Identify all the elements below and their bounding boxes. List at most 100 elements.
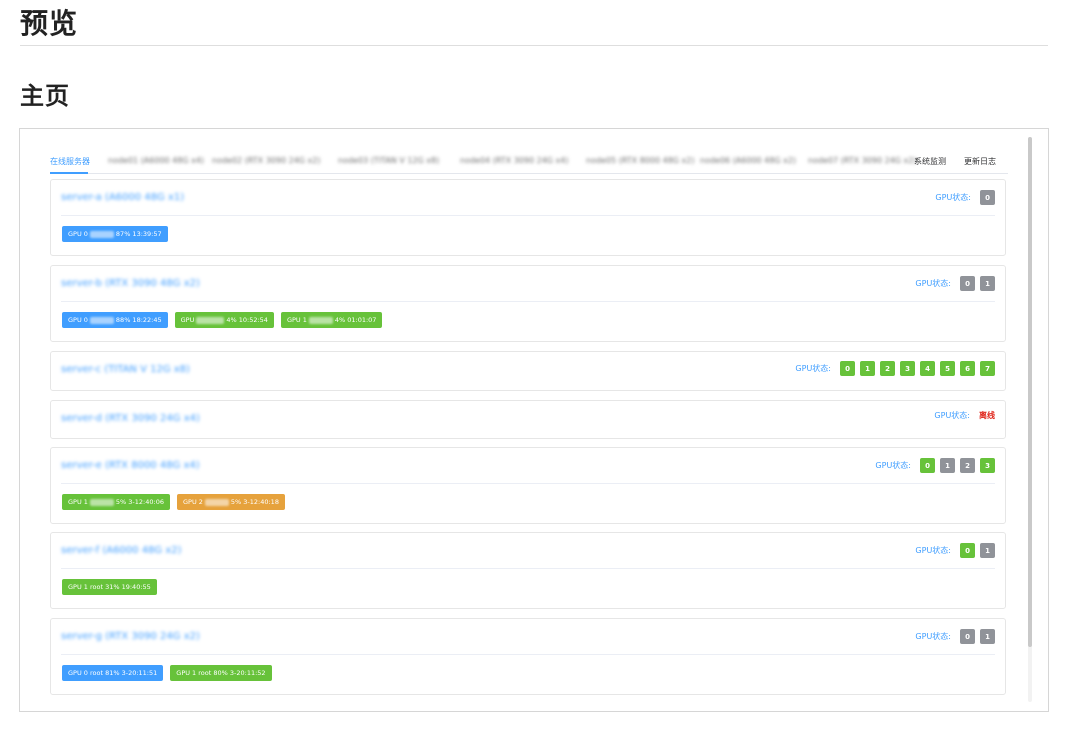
server-name-link[interactable]: server-g (RTX 3090 24G x2): [61, 631, 200, 642]
gpu-process-tag[interactable]: GPU 1 4% 01:01:07: [280, 312, 383, 328]
gpu-indicator-0[interactable]: 0: [980, 190, 995, 205]
gpu-indicator-7[interactable]: 7: [980, 361, 995, 376]
gpu-status: GPU状态: 0 1: [915, 543, 995, 558]
server-name-link[interactable]: server-a (A6000 48G x1): [61, 192, 184, 203]
server-name-link[interactable]: server-c (TITAN V 12G x8): [61, 364, 190, 375]
gpu-status: GPU状态: 0 1 2 3 4 5 6 7: [795, 361, 995, 376]
gpu-indicator-1[interactable]: 1: [860, 361, 875, 376]
gpu-process-tag[interactable]: GPU 4% 10:52:54: [174, 312, 274, 328]
gpu-indicator-3[interactable]: 3: [900, 361, 915, 376]
gpu-process-list: GPU 1 root 31% 19:40:55: [62, 579, 157, 595]
server-card: server-d (RTX 3090 24G x4) GPU状态: 离线: [50, 400, 1006, 439]
gpu-indicator-0[interactable]: 0: [840, 361, 855, 376]
card-divider: [61, 215, 995, 216]
server-card: server-f (A6000 48G x2) GPU状态: 0 1 GPU 1 roo…: [50, 532, 1006, 609]
tab-3[interactable]: node03 (TITAN V 12G x8): [338, 156, 439, 165]
server-name-link[interactable]: server-f (A6000 48G x2): [61, 545, 182, 556]
process-usage-time: 87% 13:39:57: [115, 230, 162, 238]
gpu-indicator-0[interactable]: 0: [920, 458, 935, 473]
card-divider: [61, 301, 995, 302]
gpu-status-label: GPU状态:: [935, 193, 971, 202]
process-usage-time: 88% 18:22:45: [115, 316, 162, 324]
scrollbar[interactable]: [1028, 137, 1032, 702]
gpu-status-label: GPU状态:: [875, 461, 911, 470]
gpu-status: GPU状态: 0 1: [915, 276, 995, 291]
tab-8[interactable]: 系统监测: [914, 156, 946, 167]
process-usage-time: 4% 01:01:07: [334, 316, 377, 324]
server-card-header: server-e (RTX 8000 48G x4) GPU状态: 0 1 2 3: [51, 448, 1005, 484]
gpu-indicator-5[interactable]: 5: [940, 361, 955, 376]
gpu-status-label: GPU状态:: [915, 279, 951, 288]
gpu-indicator-0[interactable]: 0: [960, 543, 975, 558]
redacted-user: [89, 316, 114, 324]
tab-2[interactable]: node02 (RTX 3090 24G x2): [212, 156, 320, 165]
gpu-indicator-2[interactable]: 2: [960, 458, 975, 473]
gpu-indicator-4[interactable]: 4: [920, 361, 935, 376]
server-card: server-e (RTX 8000 48G x4) GPU状态: 0 1 2 3 GPU …: [50, 447, 1006, 524]
server-tabs: 在线服务器 node01 (A6000 48G x4) node02 (RTX 30…: [50, 151, 1008, 174]
server-name-link[interactable]: server-e (RTX 8000 48G x4): [61, 460, 200, 471]
page-title: 预览: [20, 7, 79, 40]
process-gpu-label: GPU 1 root 80% 3-20:11:52: [176, 669, 266, 677]
tab-4[interactable]: node04 (RTX 3090 24G x4): [460, 156, 568, 165]
gpu-status-label: GPU状态:: [915, 632, 951, 641]
server-card: server-c (TITAN V 12G x8) GPU状态: 0 1 2 3 4 5 6 7: [50, 351, 1006, 391]
redacted-user: [89, 230, 114, 238]
gpu-status-label: GPU状态:: [934, 411, 970, 420]
gpu-indicator-0[interactable]: 0: [960, 276, 975, 291]
gpu-indicator-1[interactable]: 1: [980, 276, 995, 291]
server-card-header: server-d (RTX 3090 24G x4) GPU状态: 离线: [51, 401, 1005, 437]
process-gpu-label: GPU 0: [68, 316, 88, 324]
gpu-status-label: GPU状态:: [915, 546, 951, 555]
tab-7[interactable]: node07 (RTX 3090 24G x2): [808, 156, 916, 165]
server-name-link[interactable]: server-d (RTX 3090 24G x4): [61, 413, 200, 424]
preview-frame: 在线服务器 node01 (A6000 48G x4) node02 (RTX 30…: [19, 128, 1049, 712]
server-name-link[interactable]: server-b (RTX 3090 48G x2): [61, 278, 200, 289]
gpu-status: GPU状态: 0: [935, 190, 995, 205]
tab-9[interactable]: 更新日志: [964, 156, 996, 167]
process-gpu-label: GPU 1: [286, 316, 307, 324]
gpu-process-list: GPU 0 root 81% 3-20:11:51 GPU 1 root 80% …: [62, 665, 272, 681]
gpu-process-list: GPU 1 5% 3-12:40:06 GPU 2 5% 3-12:40:18: [62, 494, 285, 510]
gpu-process-tag[interactable]: GPU 0 88% 18:22:45: [62, 312, 168, 328]
process-usage-time: 5% 3-12:40:06: [115, 498, 164, 506]
process-usage-time: 5% 3-12:40:18: [230, 498, 279, 506]
gpu-indicator-1[interactable]: 1: [980, 629, 995, 644]
gpu-status: GPU状态: 0 1: [915, 629, 995, 644]
server-card: server-a (A6000 48G x1) GPU状态: 0 GPU 0 87% 1…: [50, 179, 1006, 256]
gpu-indicator-1[interactable]: 1: [980, 543, 995, 558]
server-card: server-b (RTX 3090 48G x2) GPU状态: 0 1 GPU 0 8…: [50, 265, 1006, 342]
redacted-user: [308, 316, 333, 324]
process-gpu-label: GPU 0 root 81% 3-20:11:51: [68, 669, 158, 677]
gpu-indicator-3[interactable]: 3: [980, 458, 995, 473]
tab-5[interactable]: node05 (RTX 8000 48G x2): [586, 156, 694, 165]
gpu-indicator-1[interactable]: 1: [940, 458, 955, 473]
process-gpu-label: GPU 1: [68, 498, 88, 506]
offline-badge: 离线: [979, 411, 995, 420]
process-gpu-label: GPU 1 root 31% 19:40:55: [68, 583, 151, 591]
gpu-indicator-6[interactable]: 6: [960, 361, 975, 376]
gpu-process-tag[interactable]: GPU 1 5% 3-12:40:06: [62, 494, 170, 510]
tab-0[interactable]: 在线服务器: [50, 156, 90, 167]
redacted-user: [204, 498, 229, 506]
gpu-process-tag[interactable]: GPU 1 root 80% 3-20:11:52: [170, 665, 272, 681]
card-divider: [61, 483, 995, 484]
active-tab-indicator: [50, 172, 88, 174]
gpu-process-tag[interactable]: GPU 2 5% 3-12:40:18: [176, 494, 285, 510]
process-usage-time: 4% 10:52:54: [226, 316, 268, 324]
gpu-indicator-2[interactable]: 2: [880, 361, 895, 376]
tab-1[interactable]: node01 (A6000 48G x4): [108, 156, 204, 165]
gpu-process-tag[interactable]: GPU 0 root 81% 3-20:11:51: [62, 665, 164, 681]
title-divider: [20, 45, 1048, 46]
card-divider: [61, 568, 995, 569]
gpu-process-list: GPU 0 88% 18:22:45 GPU 4% 10:52:54 GPU 1 4% 0…: [62, 312, 383, 328]
redacted-user: [89, 498, 114, 506]
section-title: 主页: [20, 82, 70, 110]
process-gpu-label: GPU 0: [68, 230, 88, 238]
gpu-process-tag[interactable]: GPU 0 87% 13:39:57: [62, 226, 168, 242]
gpu-process-tag[interactable]: GPU 1 root 31% 19:40:55: [62, 579, 157, 595]
tab-6[interactable]: node06 (A6000 48G x2): [700, 156, 796, 165]
gpu-indicator-0[interactable]: 0: [960, 629, 975, 644]
gpu-status-label: GPU状态:: [795, 364, 831, 373]
scrollbar-thumb[interactable]: [1028, 137, 1032, 647]
